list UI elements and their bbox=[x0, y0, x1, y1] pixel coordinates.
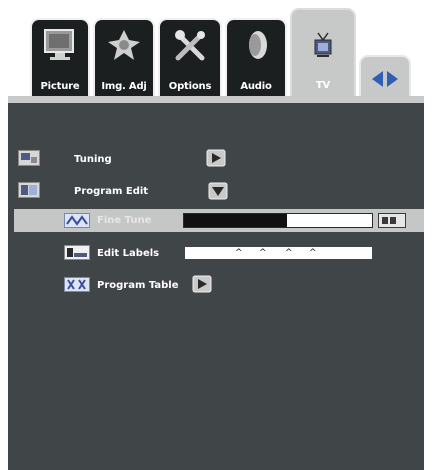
tab-label: Audio bbox=[240, 81, 272, 92]
edit-labels-icon bbox=[64, 245, 90, 264]
slider-adjust-icon[interactable] bbox=[378, 213, 406, 232]
expanded-arrow-icon[interactable] bbox=[208, 182, 228, 204]
program-table-label[interactable]: Program Table bbox=[97, 280, 179, 291]
tab-label: Options bbox=[168, 81, 212, 92]
tab-label: Img. Adj bbox=[101, 81, 147, 92]
edit-labels-field[interactable]: ^ ^ ^ ^ bbox=[185, 247, 372, 259]
edit-labels-label[interactable]: Edit Labels bbox=[97, 248, 159, 259]
submenu-arrow-icon[interactable] bbox=[206, 149, 226, 171]
tab-label: TV bbox=[315, 80, 331, 91]
tuning-label[interactable]: Tuning bbox=[74, 154, 112, 165]
tab-options[interactable]: Options bbox=[158, 18, 222, 98]
label-caret: ^ bbox=[235, 248, 243, 258]
tab-img-adj[interactable]: Img. Adj bbox=[93, 18, 155, 98]
sparkle-adjust-icon bbox=[106, 28, 142, 66]
fine-tune-slider-fill bbox=[184, 214, 288, 227]
tab-audio[interactable]: Audio bbox=[225, 18, 287, 98]
label-caret: ^ bbox=[259, 248, 267, 258]
tuning-icon bbox=[18, 150, 40, 170]
monitor-icon bbox=[42, 28, 78, 66]
speaker-icon bbox=[238, 28, 274, 66]
program-edit-icon bbox=[18, 182, 40, 202]
fine-tune-slider[interactable] bbox=[183, 213, 373, 228]
tab-strip-base bbox=[8, 96, 424, 103]
tab-tv[interactable]: TV bbox=[290, 8, 356, 103]
fine-tune-icon bbox=[64, 213, 90, 232]
antenna-tv-icon bbox=[308, 30, 338, 64]
submenu-arrow-icon[interactable] bbox=[192, 275, 212, 297]
tools-icon bbox=[172, 28, 208, 66]
program-edit-label[interactable]: Program Edit bbox=[74, 186, 148, 197]
fine-tune-label[interactable]: Fine Tune bbox=[97, 215, 151, 226]
label-caret: ^ bbox=[309, 248, 317, 258]
label-caret: ^ bbox=[285, 248, 293, 258]
tab-label: Picture bbox=[40, 81, 80, 92]
tab-picture[interactable]: Picture bbox=[30, 18, 90, 98]
program-table-icon bbox=[64, 277, 90, 296]
left-right-arrows-icon bbox=[370, 67, 400, 95]
